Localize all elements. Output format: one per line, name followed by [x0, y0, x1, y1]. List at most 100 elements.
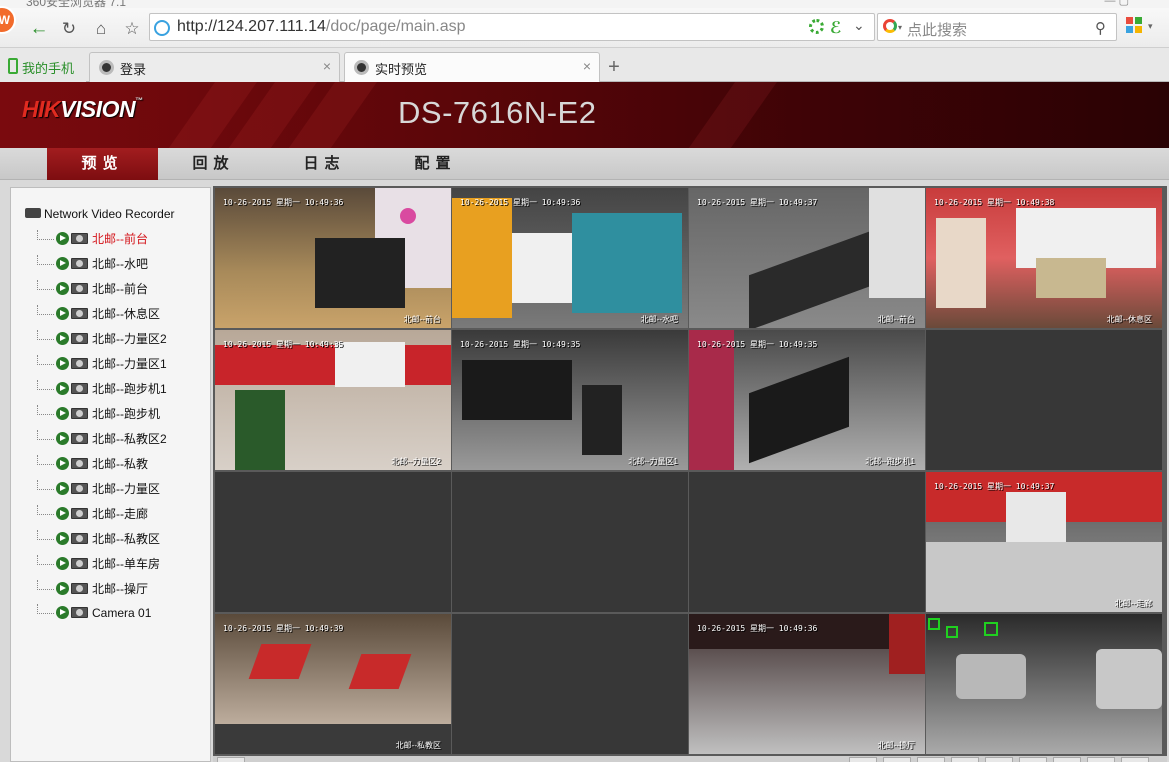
tree-root[interactable]: Network Video Recorder [25, 206, 175, 222]
toolbar-button[interactable] [1121, 757, 1149, 762]
video-cell[interactable]: 10-26-2015 星期一 10:49:37 北邮--前台 [689, 188, 925, 328]
tree-camera-item[interactable]: 北邮--前台 [37, 229, 148, 248]
tree-camera-item[interactable]: 北邮--操厅 [37, 579, 148, 598]
tree-camera-item[interactable]: 北邮--力量区2 [37, 329, 167, 348]
video-cell[interactable]: 10-26-2015 星期一 10:49:35 北邮--力量区2 [215, 330, 451, 470]
address-dropdown-icon[interactable]: ⌄ [853, 17, 865, 34]
speed-extension-icon[interactable]: ℰ [830, 18, 842, 38]
search-icon[interactable]: ⚲ [1095, 19, 1106, 37]
play-icon[interactable] [56, 457, 69, 470]
play-icon[interactable] [56, 407, 69, 420]
tab-label: 登录 [120, 62, 147, 77]
tree-camera-item[interactable]: 北邮--跑步机 [37, 404, 160, 423]
tab-login[interactable]: 登录 × [89, 52, 340, 82]
toolbar-button[interactable] [1019, 757, 1047, 762]
osd-timestamp: 10-26-2015 星期一 10:49:38 [934, 198, 1055, 207]
toolbar-button[interactable] [849, 757, 877, 762]
osd-timestamp: 10-26-2015 星期一 10:49:36 [697, 624, 818, 633]
back-icon[interactable]: ← [28, 18, 50, 40]
home-icon[interactable]: ⌂ [90, 18, 112, 40]
empty-video-cell[interactable] [452, 472, 688, 612]
tree-camera-item[interactable]: 北邮--水吧 [37, 254, 148, 273]
play-icon[interactable] [56, 332, 69, 345]
video-cell[interactable]: 10-26-2015 星期一 10:49:36 北邮--操厅 [689, 614, 925, 754]
osd-timestamp: 10-26-2015 星期一 10:49:36 [460, 198, 581, 207]
menu-preview[interactable]: 预览 [47, 148, 158, 180]
video-cell[interactable]: 10-26-2015 星期一 10:49:37 北邮--走廊 [926, 472, 1162, 612]
play-icon[interactable] [56, 357, 69, 370]
tree-camera-item[interactable]: 北邮--私教区 [37, 529, 160, 548]
empty-video-cell[interactable] [215, 472, 451, 612]
menu-playback[interactable]: 回放 [158, 148, 269, 180]
tree-camera-item[interactable]: 北邮--私教 [37, 454, 148, 473]
tree-camera-item[interactable]: 北邮--走廊 [37, 504, 148, 523]
reload-icon[interactable]: ↻ [58, 18, 80, 40]
osd-timestamp: 10-26-2015 星期一 10:49:37 [697, 198, 818, 207]
play-icon[interactable] [56, 582, 69, 595]
tree-camera-item[interactable]: 北邮--力量区1 [37, 354, 167, 373]
window-controls[interactable]: — ▢ [1105, 0, 1129, 7]
empty-video-cell[interactable] [689, 472, 925, 612]
video-cell[interactable]: 10-26-2015 星期一 10:49:38 北邮--休息区 [926, 188, 1162, 328]
video-cell[interactable]: 10-26-2015 星期一 10:49:35 北邮--力量区1 [452, 330, 688, 470]
browser-logo-icon[interactable]: W [0, 6, 16, 34]
favorite-star-icon[interactable]: ☆ [121, 18, 143, 40]
search-box[interactable]: ▾ 点此搜索 ⚲ [877, 13, 1117, 41]
empty-video-cell[interactable] [452, 614, 688, 754]
toolbar-button[interactable] [217, 757, 245, 762]
close-icon[interactable]: × [583, 58, 591, 74]
tree-camera-item[interactable]: 北邮--休息区 [37, 304, 160, 323]
toolbar-button[interactable] [883, 757, 911, 762]
tab-live-preview[interactable]: 实时预览 × [344, 52, 600, 82]
osd-channel-name: 北邮--私教区 [395, 741, 441, 750]
apps-grid-icon[interactable] [1126, 17, 1144, 35]
url-path: /doc/page/main.asp [325, 18, 466, 35]
tab-my-phone[interactable]: 我的手机 [0, 52, 86, 82]
search-placeholder[interactable]: 点此搜索 [907, 19, 967, 40]
osd-timestamp: 10-26-2015 星期一 10:49:35 [460, 340, 581, 349]
camera-label: 北邮--力量区2 [92, 332, 167, 346]
search-engine-dropdown-icon[interactable]: ▾ [898, 23, 902, 32]
camera-label: 北邮--单车房 [92, 557, 160, 571]
phone-icon [8, 58, 18, 74]
play-icon[interactable] [56, 232, 69, 245]
play-icon[interactable] [56, 507, 69, 520]
tree-camera-item[interactable]: 北邮--跑步机1 [37, 379, 167, 398]
search-engine-icon[interactable] [883, 19, 897, 33]
toolbar-button[interactable] [917, 757, 945, 762]
video-cell[interactable]: 10-26-2015 星期一 10:49:36 北邮--前台 [215, 188, 451, 328]
new-tab-button[interactable]: + [601, 56, 627, 80]
play-icon[interactable] [56, 257, 69, 270]
play-icon[interactable] [56, 482, 69, 495]
play-icon[interactable] [56, 532, 69, 545]
tree-camera-item[interactable]: 北邮--前台 [37, 279, 148, 298]
toolbar-button[interactable] [985, 757, 1013, 762]
menu-log[interactable]: 日志 [269, 148, 380, 180]
empty-video-cell[interactable] [926, 330, 1162, 470]
camera-icon [71, 308, 88, 319]
play-icon[interactable] [56, 307, 69, 320]
video-cell[interactable]: 10-26-2015 星期一 10:49:35 北邮--跑步机1 [689, 330, 925, 470]
tree-camera-item[interactable]: 北邮--单车房 [37, 554, 160, 573]
play-icon[interactable] [56, 382, 69, 395]
menu-config[interactable]: 配置 [380, 148, 491, 180]
video-cell[interactable] [926, 614, 1162, 754]
toolbar-button[interactable] [951, 757, 979, 762]
close-icon[interactable]: × [323, 58, 331, 74]
address-bar[interactable]: http://124.207.111.14/doc/page/main.asp … [149, 13, 875, 41]
tree-camera-item[interactable]: 北邮--力量区 [37, 479, 160, 498]
tree-camera-item[interactable]: 北邮--私教区2 [37, 429, 167, 448]
play-icon[interactable] [56, 606, 69, 620]
tree-camera-item[interactable]: Camera 01 [37, 603, 151, 623]
video-cell[interactable]: 10-26-2015 星期一 10:49:39 北邮--私教区 [215, 614, 451, 754]
video-cell[interactable]: 10-26-2015 星期一 10:49:36 北邮--水吧 [452, 188, 688, 328]
toolbar-button[interactable] [1087, 757, 1115, 762]
url-text[interactable]: http://124.207.111.14/doc/page/main.asp [177, 18, 466, 36]
play-icon[interactable] [56, 557, 69, 570]
security-extension-icon[interactable] [809, 19, 824, 34]
apps-dropdown-icon[interactable]: ▾ [1148, 21, 1153, 32]
play-icon[interactable] [56, 432, 69, 445]
toolbar-button[interactable] [1053, 757, 1081, 762]
play-icon[interactable] [56, 282, 69, 295]
camera-label: 北邮--跑步机 [92, 407, 160, 421]
